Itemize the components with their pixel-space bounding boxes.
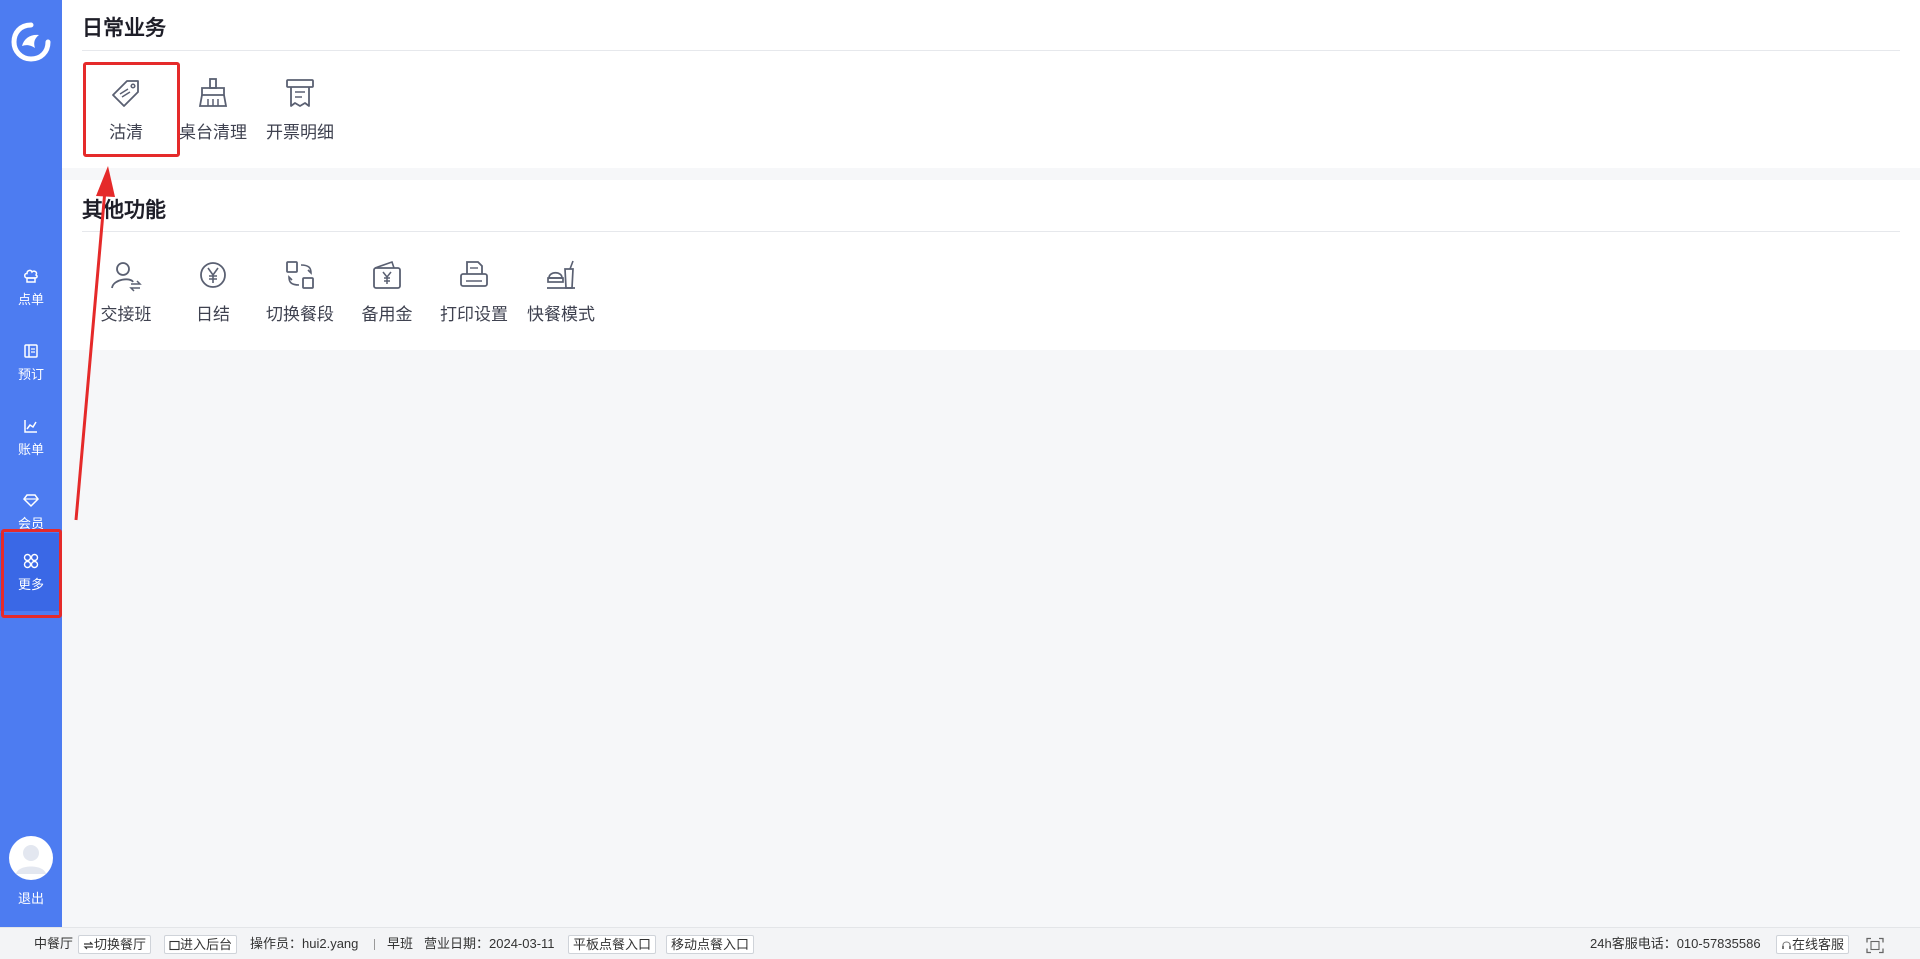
sidebar: 点单 预订 账单 会员 更多 退出	[0, 0, 62, 927]
logout-button[interactable]: 退出	[0, 888, 62, 907]
daily-settlement-button[interactable]: 日结	[169, 244, 257, 336]
table-cleanup-button[interactable]: 桌台清理	[169, 62, 257, 154]
shift-handover-label: 交接班	[100, 305, 152, 324]
shift-info: 早班	[387, 936, 414, 951]
sidebar-item-more[interactable]: 更多	[0, 533, 62, 611]
sidebar-item-label: 更多	[17, 576, 44, 592]
switch-restaurant-label: 切换餐厅	[94, 937, 147, 952]
sold-out-label: 沽清	[109, 123, 143, 142]
other-functions-title: 其他功能	[82, 199, 166, 222]
switch-icon	[286, 261, 314, 289]
user-avatar-icon	[16, 845, 46, 874]
switch-restaurant-button[interactable]: 切换餐厅	[78, 935, 152, 954]
user-exchange-icon	[111, 262, 142, 292]
business-date: 营业日期：2024-03-11	[424, 936, 555, 951]
tag-icon	[112, 80, 139, 107]
petty-cash-button[interactable]: 备用金	[343, 244, 431, 336]
avatar[interactable]	[9, 836, 53, 880]
receipt-icon	[286, 79, 314, 107]
operator-info: 操作员：hui2.yang	[250, 936, 359, 951]
yen-coin-icon	[200, 262, 226, 288]
sidebar-item-order[interactable]: 点单	[0, 250, 62, 324]
sidebar-item-bills[interactable]: 账单	[0, 400, 62, 474]
separator	[374, 939, 375, 950]
swap-icon	[83, 941, 94, 950]
book-icon	[24, 343, 38, 358]
headset-icon	[1782, 941, 1791, 949]
table-cleanup-label: 桌台清理	[179, 123, 247, 142]
daily-business-title: 日常业务	[82, 17, 166, 40]
divider	[82, 231, 1900, 232]
sidebar-item-reservation[interactable]: 预订	[0, 325, 62, 399]
fullscreen-icon[interactable]	[1866, 936, 1884, 955]
brand-logo[interactable]	[11, 22, 51, 62]
fast-food-mode-button[interactable]: 快餐模式	[517, 244, 605, 336]
fast-food-mode-label: 快餐模式	[527, 305, 595, 324]
daily-settlement-label: 日结	[196, 305, 230, 324]
switch-meal-period-button[interactable]: 切换餐段	[256, 244, 344, 336]
window-icon	[169, 940, 180, 951]
tablet-order-button[interactable]: 平板点餐入口	[568, 935, 657, 954]
sidebar-item-label: 会员	[17, 515, 44, 531]
sidebar-item-label: 账单	[17, 441, 44, 457]
print-settings-button[interactable]: 打印设置	[430, 244, 518, 336]
switch-meal-period-label: 切换餐段	[266, 305, 334, 324]
print-settings-label: 打印设置	[440, 305, 508, 324]
printer-icon	[460, 261, 488, 287]
shift-handover-button[interactable]: 交接班	[82, 244, 170, 336]
diamond-icon	[23, 493, 39, 507]
divider	[82, 50, 1900, 51]
other-functions-panel: 其他功能 交接班 日结 切换餐段 备用金 打印设置 快餐模式	[62, 180, 1920, 350]
sidebar-item-label: 点单	[17, 291, 44, 307]
daily-business-panel: 日常业务 沽清 桌台清理 开票明细	[62, 0, 1920, 168]
grid-icon	[23, 553, 39, 568]
fast-food-icon	[547, 260, 575, 289]
sidebar-item-label: 预订	[17, 366, 44, 382]
status-bar: 中餐厅 切换餐厅 进入后台 操作员：hui2.yang 早班 营业日期：2024…	[0, 927, 1920, 959]
enter-backend-label: 进入后台	[180, 937, 233, 952]
online-service-button[interactable]: 在线客服	[1776, 935, 1850, 954]
broom-icon	[198, 78, 228, 107]
online-service-label: 在线客服	[1792, 937, 1845, 952]
hotline-info: 24h客服电话：010-57835586	[1590, 936, 1761, 951]
current-restaurant: 中餐厅	[34, 936, 74, 951]
invoice-detail-label: 开票明细	[266, 123, 334, 142]
wallet-yen-icon	[373, 260, 401, 289]
invoice-detail-button[interactable]: 开票明细	[256, 62, 344, 154]
chef-hat-icon	[24, 269, 38, 283]
petty-cash-label: 备用金	[361, 305, 413, 324]
sold-out-button[interactable]: 沽清	[82, 62, 170, 154]
line-chart-icon	[24, 419, 37, 433]
mobile-order-button[interactable]: 移动点餐入口	[666, 935, 755, 954]
enter-backend-button[interactable]: 进入后台	[164, 935, 238, 954]
